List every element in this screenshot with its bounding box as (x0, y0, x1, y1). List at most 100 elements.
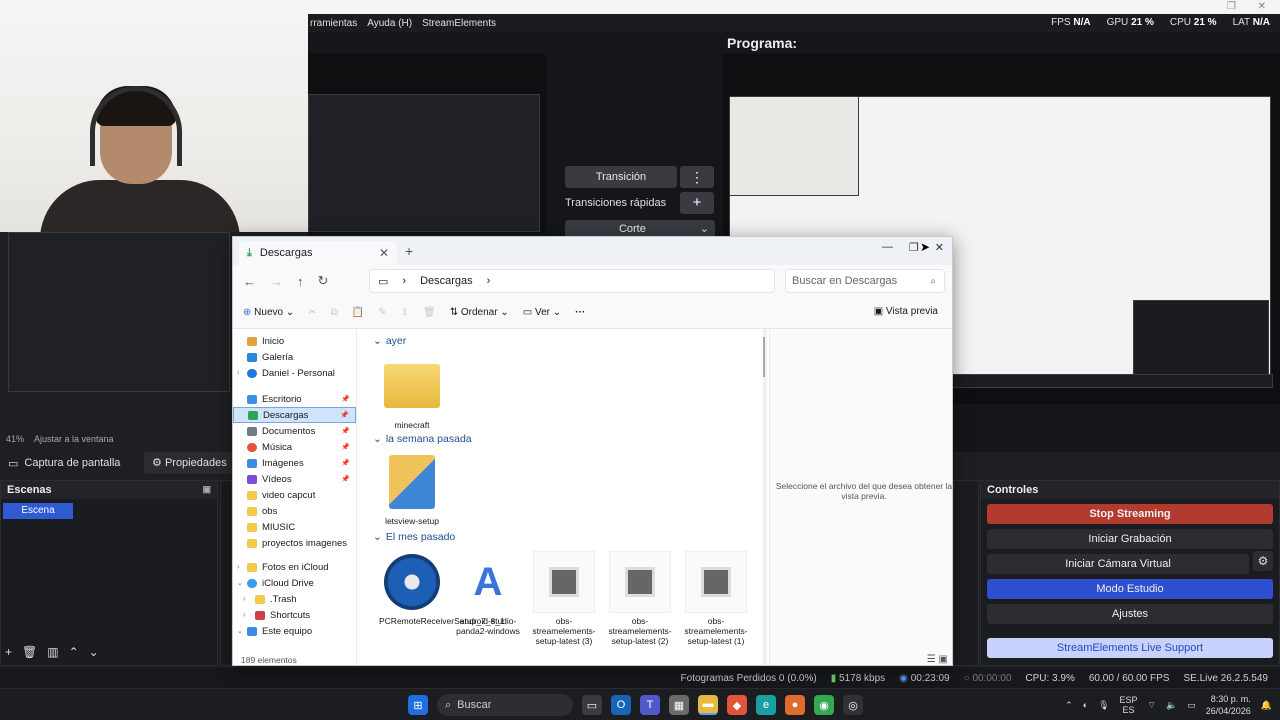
add-transition-icon[interactable]: + (680, 192, 714, 214)
cut-icon[interactable]: ✂ (308, 307, 316, 318)
sidebar-item-musica[interactable]: Música 📌 (233, 439, 356, 455)
group-header-yesterday[interactable]: ⌄ ayer (373, 335, 406, 347)
sidebar-item-imagenes[interactable]: Imágenes 📌 (233, 455, 356, 471)
sidebar-item-inicio[interactable]: Inicio (233, 333, 356, 349)
file-item[interactable]: obs-streamelements-setup-latest (3) (531, 551, 597, 646)
add-icon[interactable]: + (5, 645, 12, 659)
teams-icon[interactable]: T (640, 695, 660, 715)
file-item[interactable]: minecraft (379, 355, 445, 430)
forward-icon[interactable]: → (270, 274, 283, 289)
restore-icon[interactable]: ❐ (1227, 1, 1236, 12)
chevron-up-icon[interactable]: ⌃ (1065, 700, 1073, 711)
sidebar-item-proyectos[interactable]: proyectos imagenes (233, 535, 356, 551)
view-button[interactable]: ▭ Ver ⌄ (523, 307, 561, 318)
virtual-camera-button[interactable]: Iniciar Cámara Virtual (987, 554, 1249, 574)
group-header-last-month[interactable]: ⌄ El mes pasado (373, 531, 455, 543)
group-header-last-week[interactable]: ⌄ la semana pasada (373, 433, 472, 445)
sidebar-item-galeria[interactable]: Galería (233, 349, 356, 365)
brave-icon[interactable]: ◆ (727, 695, 747, 715)
close-icon[interactable]: ✕ (935, 241, 944, 254)
scrollbar[interactable] (763, 329, 767, 665)
zoom-percent[interactable]: 41% (6, 434, 24, 448)
dock-icon[interactable]: ▣ (202, 484, 211, 495)
breadcrumb[interactable]: Descargas (420, 275, 473, 287)
minimize-icon[interactable]: — (882, 241, 893, 254)
scrollbar-thumb[interactable] (763, 337, 765, 377)
copy-icon[interactable]: ⧉ (331, 307, 338, 318)
start-recording-button[interactable]: Iniciar Grabación (987, 529, 1273, 549)
sidebar-item-videos[interactable]: Vídeos 📌 (233, 471, 356, 487)
up-icon[interactable]: ↑ (297, 274, 304, 289)
refresh-icon[interactable]: ↻ (318, 273, 329, 289)
network-activity-icon[interactable]: ◐ (1083, 700, 1088, 710)
preview-pane-button[interactable]: ▣ Vista previa (874, 306, 938, 317)
virtual-camera-settings-icon[interactable]: ⚙ (1253, 551, 1273, 571)
sidebar-item-obs[interactable]: obs (233, 503, 356, 519)
file-item[interactable]: PCRemoteReceiverSetup_7_8_1 (379, 551, 505, 626)
sidebar-item-trash[interactable]: › .Trash (233, 591, 356, 607)
file-item[interactable]: obs-streamelements-setup-latest (2) (607, 551, 673, 646)
sort-button[interactable]: ⇅ Ordenar ⌄ (450, 307, 509, 318)
notification-icon[interactable]: 🔔 (1261, 700, 1272, 711)
file-item[interactable]: obs-streamelements-setup-latest (1) (683, 551, 749, 646)
sidebar-item-este-equipo[interactable]: ⌄ Este equipo (233, 623, 356, 639)
close-tab-icon[interactable]: ✕ (379, 246, 389, 260)
new-button[interactable]: ⊕ Nuevo ⌄ (243, 307, 294, 318)
file-item[interactable]: letsview-setup (379, 451, 445, 526)
up-arrow-icon[interactable]: ⌃ (69, 645, 79, 659)
task-view-icon[interactable]: ▭ (582, 695, 602, 715)
transition-menu-icon[interactable]: ⋮ (680, 166, 714, 188)
chrome-icon[interactable]: ◉ (814, 695, 834, 715)
sidebar-item-escritorio[interactable]: Escritorio 📌 (233, 391, 356, 407)
more-icon[interactable]: ··· (575, 307, 585, 318)
edit-preview[interactable] (308, 54, 546, 234)
battery-icon[interactable]: ▭ (1187, 700, 1196, 711)
start-icon[interactable]: ⊞ (408, 695, 428, 715)
stop-streaming-button[interactable]: Stop Streaming (987, 504, 1273, 524)
paste-icon[interactable]: 📋 (352, 307, 364, 318)
file-explorer-icon[interactable]: ▬ (698, 695, 718, 715)
volume-icon[interactable]: 🔈 (1166, 700, 1177, 711)
scene-item[interactable]: Escena (3, 503, 73, 519)
fit-window-label[interactable]: Ajustar a la ventana (34, 434, 114, 448)
taskbar-search[interactable]: ⌕ Buscar (437, 694, 573, 716)
transition-button[interactable]: Transición (565, 166, 677, 188)
sidebar-item-personal[interactable]: › Daniel - Personal (233, 365, 356, 381)
share-icon[interactable]: ⇪ (401, 307, 409, 318)
back-icon[interactable]: ← (243, 274, 256, 289)
new-tab-icon[interactable]: + (405, 243, 413, 259)
menu-streamelements[interactable]: StreamElements (422, 18, 496, 29)
tab-descargas[interactable]: ⤓ Descargas ✕ (239, 241, 397, 265)
obs-icon[interactable]: ◎ (843, 695, 863, 715)
address-bar[interactable]: ▭ › Descargas › (369, 269, 775, 293)
trash-icon[interactable]: 🗑 (22, 645, 37, 659)
sidebar-item-miusic[interactable]: MIUSIC (233, 519, 356, 535)
wifi-icon[interactable]: ⌔ (1148, 700, 1156, 711)
menu-tools[interactable]: rramientas (310, 18, 357, 29)
sidebar-item-icloud-photos[interactable]: › Fotos en iCloud (233, 559, 356, 575)
file-item[interactable]: A android-studio-panda2-windows (455, 551, 521, 636)
rename-icon[interactable]: ✎ (378, 307, 386, 318)
live-support-button[interactable]: StreamElements Live Support (987, 638, 1273, 658)
view-toggle-icons[interactable]: ☰ ▣ (927, 654, 948, 665)
down-arrow-icon[interactable]: ⌄ (89, 645, 99, 659)
properties-button[interactable]: ⚙ Propiedades (144, 452, 235, 474)
sidebar-item-icloud-drive[interactable]: ⌄ iCloud Drive (233, 575, 356, 591)
search-input[interactable]: Buscar en Descargas ⌕ (785, 269, 945, 293)
maximize-icon[interactable]: ❐ (909, 241, 919, 254)
sidebar-item-documentos[interactable]: Documentos 📌 (233, 423, 356, 439)
sidebar-item-descargas[interactable]: Descargas 📌 (233, 407, 356, 423)
outlook-icon[interactable]: O (611, 695, 631, 715)
sidebar-item-video-capcut[interactable]: video capcut (233, 487, 356, 503)
studio-mode-button[interactable]: Modo Estudio (987, 579, 1273, 599)
menu-help[interactable]: Ayuda (H) (367, 18, 412, 29)
microphone-icon[interactable]: 🎙 (1098, 700, 1109, 711)
delete-icon[interactable]: 🗑 (423, 307, 436, 318)
clock[interactable]: 8:30 p. m. 26/04/2026 (1206, 693, 1251, 717)
language-indicator[interactable]: ESP ES (1120, 695, 1138, 715)
settings-button[interactable]: Ajustes (987, 604, 1273, 624)
close-icon[interactable]: ✕ (1258, 1, 1266, 12)
edge-icon[interactable]: e (756, 695, 776, 715)
firefox-icon[interactable]: ● (785, 695, 805, 715)
store-icon[interactable]: ▦ (669, 695, 689, 715)
